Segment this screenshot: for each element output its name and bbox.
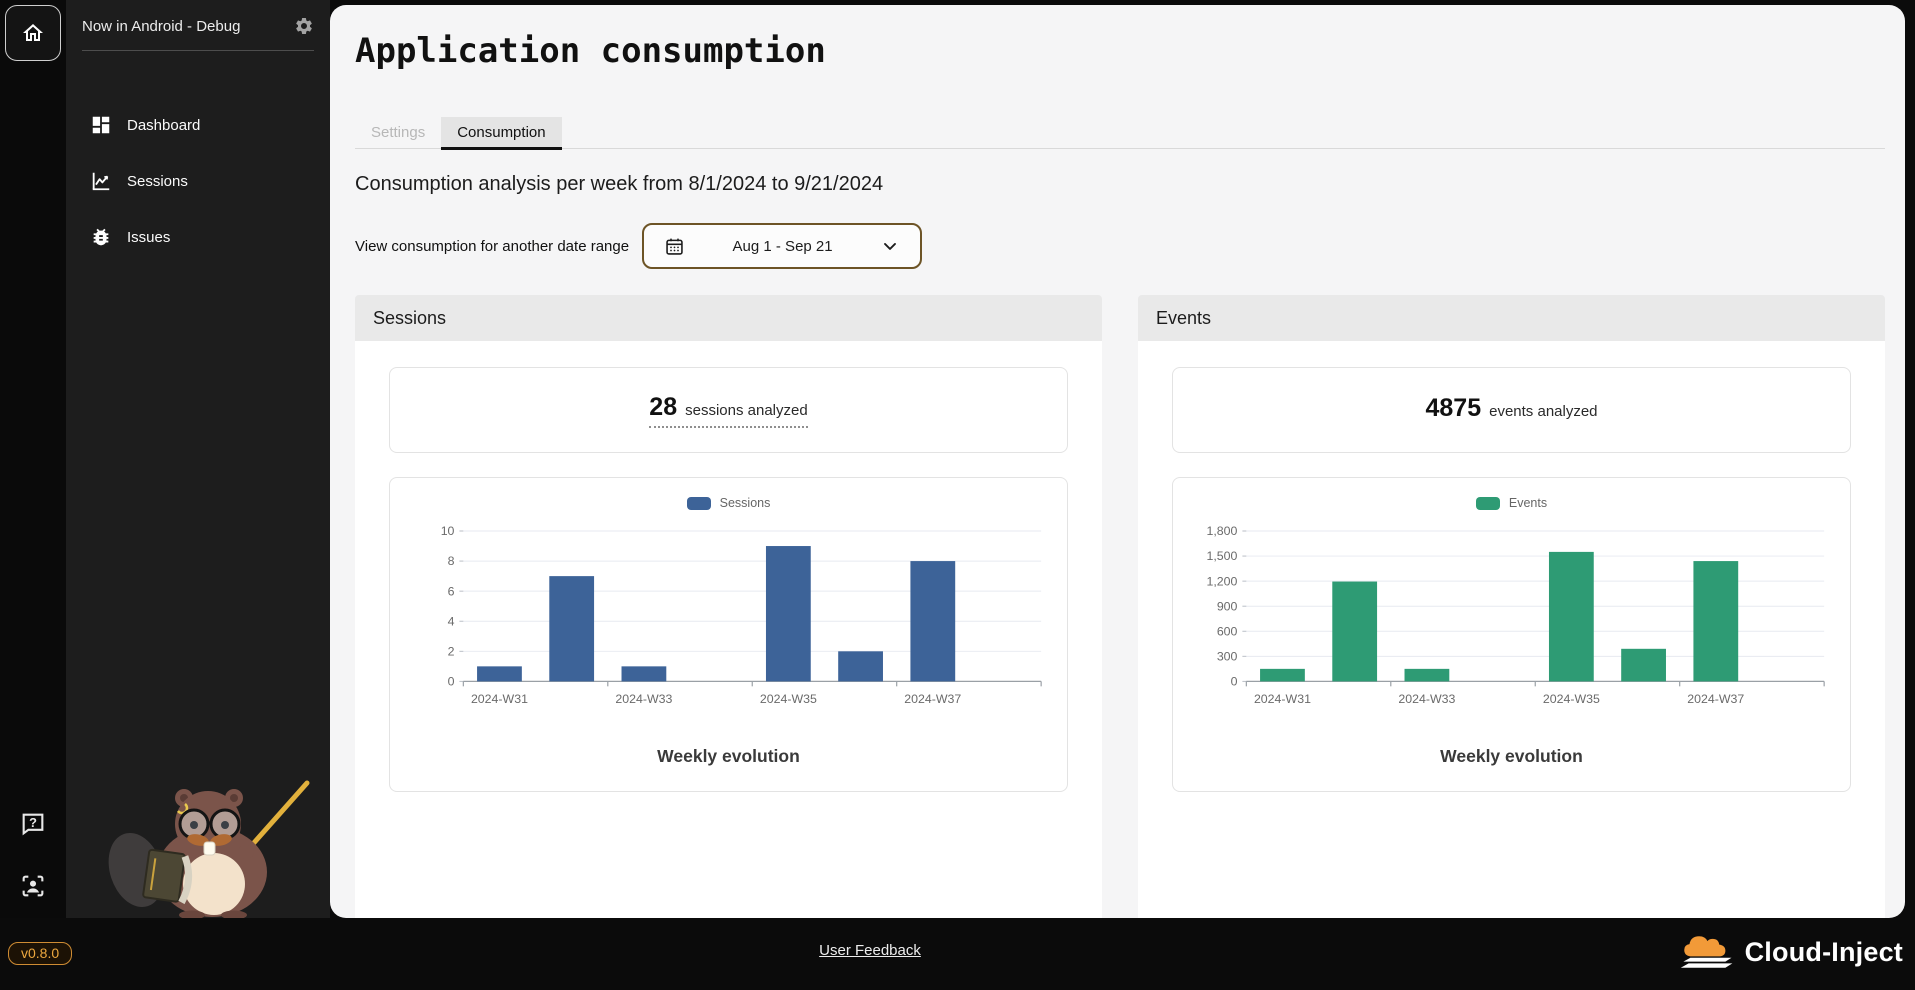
beaver-mascot	[108, 780, 310, 918]
svg-text:900: 900	[1217, 599, 1238, 613]
sidebar-nav: Dashboard Sessions Issues	[66, 97, 330, 265]
sessions-bar-chart: 0 2 4 6 8 10 2024-W31 2024-W33 2024-W35 2024-W37	[402, 522, 1055, 732]
events-stat: 4875 events analyzed	[1425, 394, 1597, 427]
footer: v0.8.0 User Feedback Cloud-Inject	[0, 918, 1915, 990]
svg-text:2024-W31: 2024-W31	[1254, 692, 1311, 706]
date-range-value: Aug 1 - Sep 21	[732, 237, 833, 255]
svg-text:?: ?	[29, 815, 37, 830]
svg-text:2024-W31: 2024-W31	[471, 692, 528, 706]
svg-text:2024-W33: 2024-W33	[615, 692, 672, 706]
gear-icon[interactable]	[294, 16, 314, 36]
calendar-icon	[666, 238, 683, 255]
events-bar-chart: 0 300 600 900 1,200 1,500 1,800 2024-W31 2024-W3…	[1185, 522, 1838, 732]
svg-text:2024-W37: 2024-W37	[1687, 692, 1744, 706]
left-rail: ?	[0, 0, 66, 918]
tab-consumption[interactable]: Consumption	[441, 117, 562, 150]
sessions-chart-box: Sessions 0 2 4 6 8 10 2024-W31 2024-W33 2024-W35…	[389, 477, 1068, 792]
chevron-down-icon	[884, 243, 896, 250]
events-chart-title: Weekly evolution	[1440, 746, 1583, 766]
svg-text:2024-W33: 2024-W33	[1398, 692, 1455, 706]
page-title: Application consumption	[355, 31, 826, 71]
sessions-stat-box: 28 sessions analyzed	[389, 367, 1068, 453]
user-feedback-link[interactable]: User Feedback	[819, 942, 921, 959]
svg-text:2024-W35: 2024-W35	[760, 692, 817, 706]
sessions-card-header: Sessions	[355, 295, 1102, 341]
app-selector-title[interactable]: Now in Android - Debug	[82, 18, 240, 35]
sessions-stat-label: sessions analyzed	[685, 401, 808, 419]
bug-icon	[93, 228, 109, 246]
svg-text:4: 4	[448, 614, 455, 628]
dashboard-grid-icon	[92, 116, 110, 134]
sidebar: Now in Android - Debug Dashboard Session…	[66, 0, 330, 918]
sidebar-item-label: Dashboard	[127, 116, 201, 134]
events-stat-label: events analyzed	[1489, 402, 1598, 420]
sidebar-item-label: Issues	[127, 228, 171, 246]
tab-settings[interactable]: Settings	[355, 117, 441, 148]
svg-text:6: 6	[448, 584, 455, 598]
events-card-header: Events	[1138, 295, 1885, 341]
sessions-legend-label: Sessions	[719, 496, 771, 510]
sidebar-item-sessions[interactable]: Sessions	[66, 153, 330, 209]
svg-text:1,500: 1,500	[1207, 549, 1238, 563]
brand-logo: Cloud-Inject	[1679, 932, 1903, 972]
svg-text:600: 600	[1217, 624, 1238, 638]
brand-name: Cloud-Inject	[1744, 936, 1903, 967]
sessions-card: Sessions 28 sessions analyzed Sessions 0…	[355, 295, 1102, 918]
sidebar-item-issues[interactable]: Issues	[66, 209, 330, 265]
events-chart-box: Events 0 300 600 900 1,200 1,500 1,800 2024-W31…	[1172, 477, 1851, 792]
svg-text:2: 2	[448, 644, 455, 658]
svg-text:0: 0	[448, 675, 455, 689]
svg-text:300: 300	[1217, 649, 1238, 663]
sessions-legend[interactable]: Sessions	[402, 496, 1055, 510]
svg-text:8: 8	[448, 554, 455, 568]
sessions-stat[interactable]: 28 sessions analyzed	[649, 392, 808, 428]
events-legend[interactable]: Events	[1185, 496, 1838, 510]
user-capture-icon[interactable]	[19, 872, 47, 900]
help-feedback-icon[interactable]: ?	[19, 810, 47, 838]
home-icon	[23, 24, 43, 41]
version-badge: v0.8.0	[8, 942, 73, 965]
events-stat-box: 4875 events analyzed	[1172, 367, 1851, 453]
svg-text:10: 10	[441, 524, 455, 538]
cloud-inject-logo-icon	[1680, 936, 1732, 968]
date-range-button[interactable]: Aug 1 - Sep 21	[642, 223, 923, 269]
main-panel: Application consumption Settings Consump…	[330, 5, 1905, 918]
sessions-stat-value: 28	[649, 392, 678, 421]
events-stat-value: 4875	[1425, 393, 1482, 422]
events-legend-label: Events	[1508, 496, 1548, 510]
svg-text:0: 0	[1231, 675, 1238, 689]
svg-text:1,200: 1,200	[1207, 574, 1238, 588]
sidebar-item-dashboard[interactable]: Dashboard	[66, 97, 330, 153]
events-legend-swatch	[1475, 496, 1500, 510]
home-button[interactable]	[5, 5, 61, 61]
svg-text:2024-W35: 2024-W35	[1543, 692, 1600, 706]
tab-bar: Settings Consumption	[355, 117, 1885, 150]
svg-text:2024-W37: 2024-W37	[904, 692, 961, 706]
svg-text:1,800: 1,800	[1207, 524, 1238, 538]
section-heading: Consumption analysis per week from 8/1/2…	[355, 173, 884, 195]
date-filter-label: View consumption for another date range	[355, 237, 630, 255]
sessions-chart-title: Weekly evolution	[657, 746, 800, 766]
sidebar-item-label: Sessions	[127, 172, 188, 190]
events-card: Events 4875 events analyzed Events 0 300 6…	[1138, 295, 1885, 918]
line-chart-icon	[92, 172, 110, 191]
sessions-legend-swatch	[686, 496, 711, 510]
sidebar-divider	[82, 50, 314, 51]
